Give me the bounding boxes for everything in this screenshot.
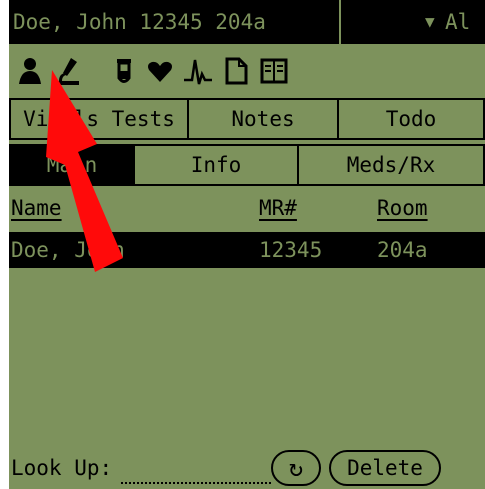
book-icon[interactable] [259, 56, 289, 86]
microscope-icon[interactable] [53, 56, 83, 86]
ekg-icon[interactable] [183, 56, 213, 86]
tab-vitals-tests[interactable]: Vitals Tests [9, 98, 189, 140]
patient-title: Doe, John 12345 204a [9, 0, 339, 44]
cell-mr: 12345 [259, 238, 323, 262]
tab-row-top: Vitals Tests Notes Todo [9, 98, 485, 140]
bottom-bar: Look Up: ↻ Delete [9, 448, 485, 489]
table-row[interactable]: Doe, John 12345 204a [9, 232, 485, 268]
pda-screen: Doe, John 12345 204a ▼ Al Vitals Tests N… [9, 0, 485, 489]
cell-name: Doe, John [11, 238, 125, 262]
tab-vitals-label: Vitals [23, 107, 99, 131]
tab-todo[interactable]: Todo [337, 98, 485, 140]
category-dropdown[interactable]: ▼ Al [341, 0, 485, 44]
cell-room: 204a [377, 238, 428, 262]
list-header: Name MR# Room [9, 192, 485, 228]
lookup-label: Look Up: [11, 456, 113, 480]
test-tube-icon[interactable] [109, 56, 139, 86]
delete-button[interactable]: Delete [329, 450, 441, 486]
tab-row-bottom: Main Info Meds/Rx [9, 144, 485, 186]
person-icon[interactable] [15, 56, 45, 86]
tab-meds-rx[interactable]: Meds/Rx [297, 144, 485, 186]
lookup-input[interactable] [121, 454, 271, 484]
tab-main[interactable]: Main [9, 144, 135, 186]
column-mr[interactable]: MR# [259, 192, 297, 224]
heart-icon[interactable] [145, 56, 175, 86]
refresh-button[interactable]: ↻ [271, 450, 321, 486]
dropdown-label: Al [445, 10, 471, 34]
dropdown-arrow-icon: ▼ [425, 12, 435, 31]
tab-notes[interactable]: Notes [187, 98, 339, 140]
header-bar: Doe, John 12345 204a ▼ Al [9, 0, 485, 44]
tab-tests-label: Tests [111, 107, 175, 131]
tab-info[interactable]: Info [133, 144, 299, 186]
column-name[interactable]: Name [11, 192, 62, 224]
refresh-icon: ↻ [288, 454, 304, 482]
icon-toolbar [9, 52, 485, 92]
document-icon[interactable] [221, 56, 251, 86]
column-room[interactable]: Room [377, 192, 428, 224]
